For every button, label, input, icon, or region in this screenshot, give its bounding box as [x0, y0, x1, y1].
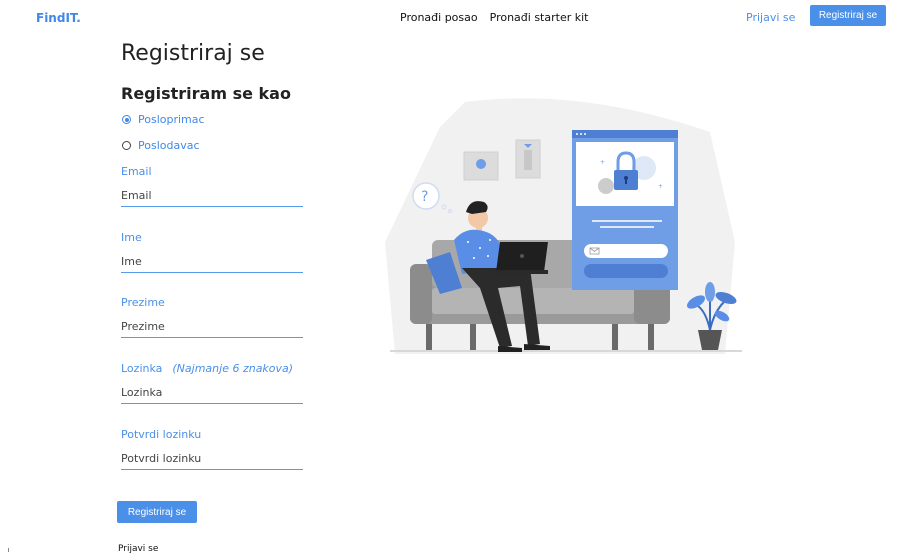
nav-find-job[interactable]: Pronađi posao	[400, 11, 478, 24]
first-name-field[interactable]	[121, 251, 303, 273]
password-hint: (Najmanje 6 znakova)	[172, 362, 294, 375]
password-field[interactable]	[121, 382, 303, 404]
radio-selected-icon[interactable]	[122, 115, 131, 124]
header-login-link[interactable]: Prijavi se	[746, 11, 795, 24]
last-name-field[interactable]	[121, 316, 303, 338]
page-title: Registriraj se	[121, 41, 265, 66]
signup-illustration: ? + +	[385, 98, 742, 354]
radio-unselected-icon[interactable]	[122, 141, 131, 150]
password-label-row: Lozinka (Najmanje 6 znakova)	[121, 362, 293, 375]
svg-text:+: +	[600, 159, 605, 166]
divider-mark	[8, 548, 9, 552]
email-field[interactable]	[121, 185, 303, 207]
role-option-employee[interactable]: Posloprimac	[122, 113, 205, 126]
email-label: Email	[121, 165, 152, 178]
header-signup-button[interactable]: Registriraj se	[810, 5, 886, 26]
password-label: Lozinka	[121, 362, 163, 375]
register-submit-button[interactable]: Registriraj se	[117, 501, 197, 523]
confirm-password-label: Potvrdi lozinku	[121, 428, 202, 441]
role-option-label: Poslodavac	[138, 139, 200, 152]
svg-text:+: +	[658, 183, 663, 190]
svg-text:?: ?	[421, 189, 428, 205]
role-option-employer[interactable]: Poslodavac	[122, 139, 200, 152]
login-link[interactable]: Prijavi se	[118, 544, 158, 554]
main-nav: Pronađi posao Pronađi starter kit	[400, 11, 588, 24]
logo[interactable]: FindIT.	[36, 11, 81, 25]
nav-find-starter-kit[interactable]: Pronađi starter kit	[490, 11, 589, 24]
role-heading: Registriram se kao	[121, 84, 291, 103]
role-option-label: Posloprimac	[138, 113, 205, 126]
last-name-label: Prezime	[121, 296, 165, 309]
confirm-password-field[interactable]	[121, 448, 303, 470]
first-name-label: Ime	[121, 231, 142, 244]
